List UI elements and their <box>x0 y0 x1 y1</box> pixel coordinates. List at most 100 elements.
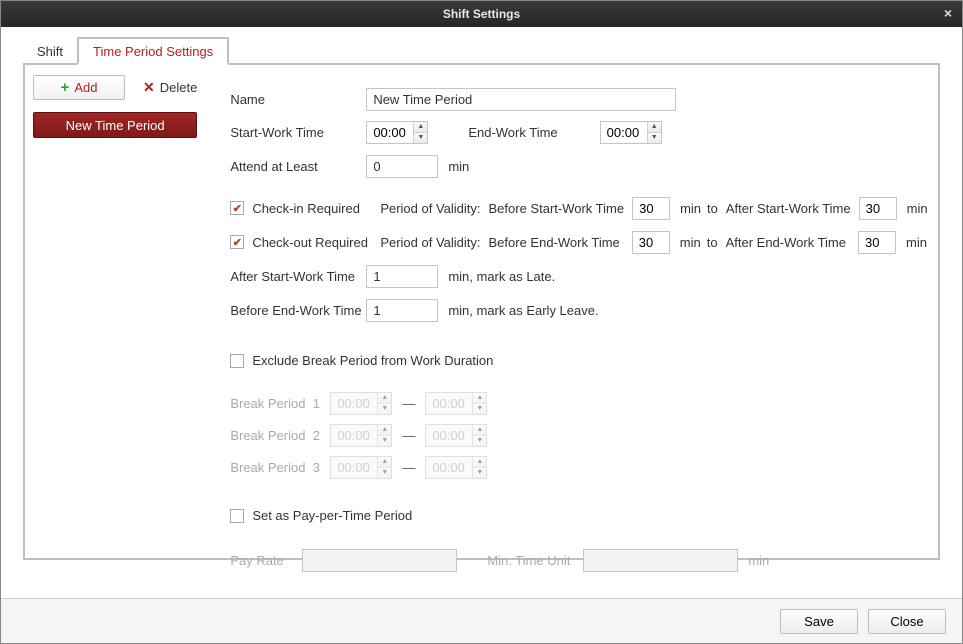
after-start-input[interactable] <box>859 197 897 220</box>
to-label: to <box>707 235 718 250</box>
end-work-time-spinner[interactable]: ▲ ▼ <box>600 121 662 144</box>
exclude-break-row: Exclude Break Period from Work Duration <box>230 346 927 375</box>
break-2-from-spinner: ▲▼ <box>330 424 392 447</box>
close-icon[interactable]: × <box>944 5 952 21</box>
chevron-up-icon: ▲ <box>473 457 486 468</box>
late-row: After Start-Work Time min, mark as Late. <box>230 260 927 292</box>
min-label: min <box>680 201 701 216</box>
break-3-from-spinner: ▲▼ <box>330 456 392 479</box>
save-button[interactable]: Save <box>780 609 858 634</box>
pay-per-time-row: Set as Pay-per-Time Period <box>230 501 927 530</box>
delete-button[interactable]: ✕ Delete <box>143 79 197 96</box>
mark-as-late-label: min, mark as Late. <box>448 269 555 284</box>
add-button[interactable]: + Add <box>33 75 125 100</box>
checkout-required-label: Check-out Required <box>252 235 380 250</box>
dash-icon: — <box>402 396 415 411</box>
exclude-break-checkbox[interactable] <box>230 354 244 368</box>
start-work-time-label: Start-Work Time <box>230 125 366 140</box>
left-column: + Add ✕ Delete New Time Period <box>25 65 205 558</box>
break-period-index: 1 <box>313 396 320 411</box>
min-label: min <box>906 235 927 250</box>
chevron-up-icon: ▲ <box>378 393 391 404</box>
set-pay-per-time-label: Set as Pay-per-Time Period <box>252 508 412 523</box>
left-toolbar: + Add ✕ Delete <box>33 75 197 100</box>
tab-shift[interactable]: Shift <box>23 39 77 63</box>
pay-rate-input <box>302 549 457 572</box>
before-end-input[interactable] <box>632 231 670 254</box>
name-input[interactable] <box>366 88 676 111</box>
break-3-from-input <box>331 457 377 478</box>
early-threshold-input[interactable] <box>366 299 438 322</box>
min-label: min <box>448 159 469 174</box>
chevron-down-icon: ▼ <box>378 468 391 478</box>
pay-rate-label: Pay Rate <box>230 553 302 568</box>
break-period-index: 3 <box>313 460 320 475</box>
work-time-row: Start-Work Time ▲ ▼ End-Work Time ▲ ▼ <box>230 116 927 148</box>
name-row: Name <box>230 85 927 114</box>
main-panel: + Add ✕ Delete New Time Period Name Star… <box>23 63 940 560</box>
period-of-validity-label: Period of Validity: <box>380 201 480 216</box>
chevron-down-icon: ▼ <box>473 404 486 414</box>
break-period-2-row: Break Period 2 ▲▼ — ▲▼ <box>230 419 927 451</box>
after-start-work-time-row-label: After Start-Work Time <box>230 269 366 284</box>
dash-icon: — <box>402 460 415 475</box>
chevron-up-icon[interactable]: ▲ <box>648 122 661 133</box>
close-button[interactable]: Close <box>868 609 946 634</box>
break-2-to-input <box>426 425 472 446</box>
break-period-1-row: Break Period 1 ▲▼ — ▲▼ <box>230 387 927 419</box>
break-period-label: Break Period <box>230 396 305 411</box>
pay-rate-row: Pay Rate Min. Time Unit min <box>230 546 927 575</box>
attend-at-least-input[interactable] <box>366 155 438 178</box>
min-label: min <box>680 235 701 250</box>
min-label: min <box>907 201 928 216</box>
break-2-from-input <box>331 425 377 446</box>
before-start-input[interactable] <box>632 197 670 220</box>
checkin-required-checkbox[interactable] <box>230 201 244 215</box>
tab-time-period-settings[interactable]: Time Period Settings <box>77 37 229 65</box>
form-area: Name Start-Work Time ▲ ▼ End-Work Time <box>205 65 952 558</box>
attend-at-least-label: Attend at Least <box>230 159 366 174</box>
x-icon: ✕ <box>143 79 155 96</box>
titlebar: Shift Settings × <box>1 1 962 27</box>
break-period-index: 2 <box>313 428 320 443</box>
delete-button-label: Delete <box>160 80 198 95</box>
before-end-work-time-row-label: Before End-Work Time <box>230 303 366 318</box>
chevron-down-icon: ▼ <box>473 468 486 478</box>
checkout-required-checkbox[interactable] <box>230 235 244 249</box>
chevron-down-icon[interactable]: ▼ <box>648 133 661 143</box>
window-title: Shift Settings <box>443 7 520 21</box>
exclude-break-label: Exclude Break Period from Work Duration <box>252 353 493 368</box>
late-threshold-input[interactable] <box>366 265 438 288</box>
before-end-work-time-label: Before End-Work Time <box>489 235 620 250</box>
start-work-time-input[interactable] <box>367 122 413 143</box>
dash-icon: — <box>402 428 415 443</box>
break-1-to-input <box>426 393 472 414</box>
checkout-row: Check-out Required Period of Validity: B… <box>230 226 927 258</box>
start-work-time-spinner[interactable]: ▲ ▼ <box>366 121 428 144</box>
min-time-unit-input <box>583 549 738 572</box>
mark-as-early-leave-label: min, mark as Early Leave. <box>448 303 598 318</box>
add-button-label: Add <box>74 80 97 95</box>
set-pay-per-time-checkbox[interactable] <box>230 509 244 523</box>
name-label: Name <box>230 92 366 107</box>
break-3-to-spinner: ▲▼ <box>425 456 487 479</box>
chevron-down-icon[interactable]: ▼ <box>414 133 427 143</box>
end-work-time-label: End-Work Time <box>468 125 557 140</box>
break-1-from-spinner: ▲▼ <box>330 392 392 415</box>
min-time-unit-label: Min. Time Unit <box>487 553 583 568</box>
checkin-required-label: Check-in Required <box>252 201 380 216</box>
shift-settings-window: Shift Settings × Shift Time Period Setti… <box>0 0 963 644</box>
after-end-input[interactable] <box>858 231 896 254</box>
break-period-3-row: Break Period 3 ▲▼ — ▲▼ <box>230 451 927 483</box>
min-label: min <box>748 553 769 568</box>
spinner-buttons: ▲ ▼ <box>413 122 427 143</box>
plus-icon: + <box>61 80 70 95</box>
chevron-up-icon: ▲ <box>378 457 391 468</box>
period-of-validity-label: Period of Validity: <box>380 235 480 250</box>
chevron-down-icon: ▼ <box>378 404 391 414</box>
early-leave-row: Before End-Work Time min, mark as Early … <box>230 294 927 326</box>
chevron-up-icon[interactable]: ▲ <box>414 122 427 133</box>
break-1-to-spinner: ▲▼ <box>425 392 487 415</box>
time-period-list-item[interactable]: New Time Period <box>33 112 197 138</box>
end-work-time-input[interactable] <box>601 122 647 143</box>
